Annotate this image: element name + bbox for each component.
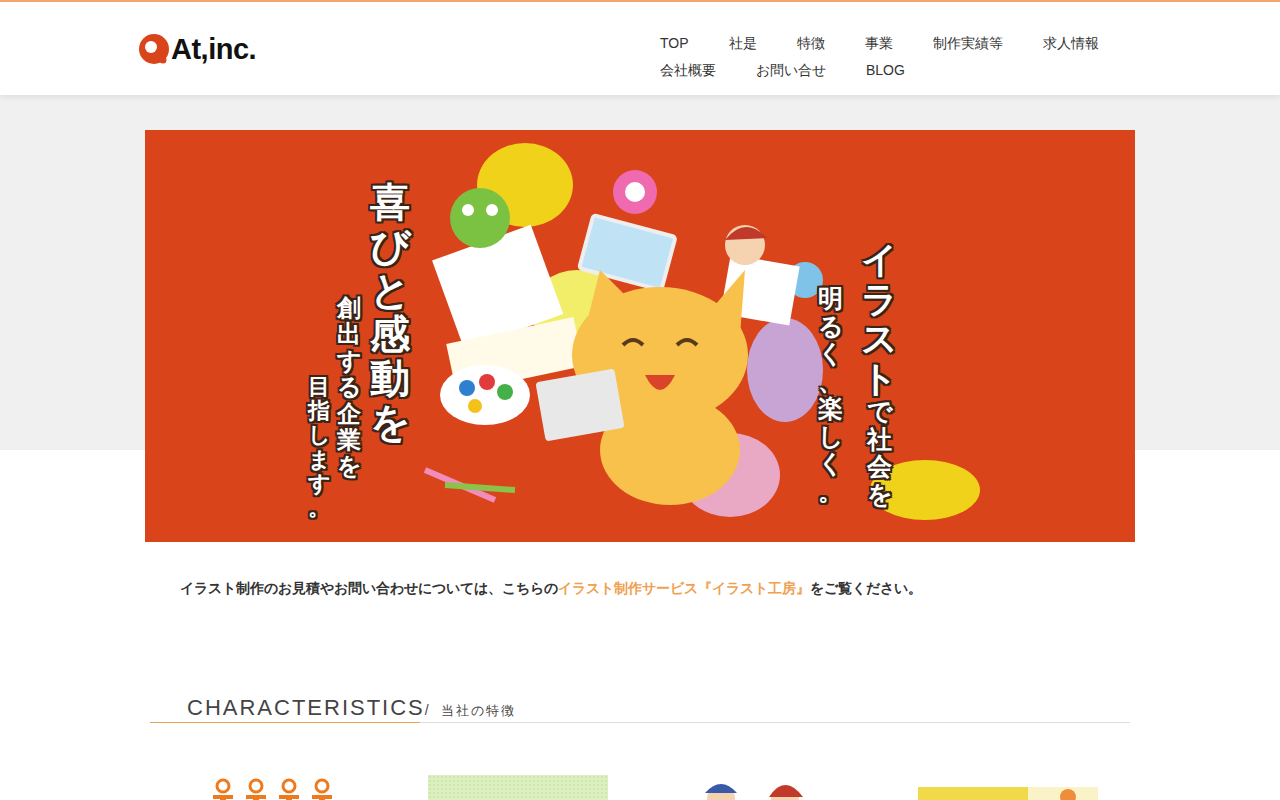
slogan-line: 喜びと感動を <box>370 180 410 444</box>
nav-item[interactable]: BLOG <box>866 60 905 80</box>
hero-illustration <box>145 130 1135 542</box>
nav-row: 会社概要 お問い合せ BLOG <box>660 60 1142 80</box>
section-separator: / <box>425 702 429 718</box>
site-header: At,inc. TOP 社是 特徴 事業 制作実績等 求人情報会社概要 お問い合せ BLOG <box>0 2 1280 95</box>
tagline-line: で社会を <box>867 398 892 508</box>
tagline-line: イラスト <box>861 240 897 398</box>
nav-item[interactable]: 求人情報 <box>1043 33 1099 53</box>
page: At,inc. TOP社是特徴事業制作実績等求人情報会社概要お問い合せBLOG … <box>0 0 1280 800</box>
slogan-line: 目指します。 <box>308 375 330 520</box>
main-nav: TOP 社是 特徴 事業 制作実績等 求人情報会社概要 お問い合せ BLOG <box>660 33 1142 80</box>
purple-splash <box>747 318 823 422</box>
logo-mark-icon <box>138 33 170 65</box>
slogan-line: 創出する企業を <box>337 295 361 480</box>
people-icon <box>183 775 363 800</box>
tagline-column: 明るく、楽しく。 <box>818 285 843 505</box>
laptop-icon <box>535 369 624 442</box>
nav-item[interactable]: 特徴 <box>797 33 825 53</box>
palette-icon <box>440 365 530 425</box>
nav-item[interactable]: 事業 <box>865 33 893 53</box>
pencil-icon <box>445 485 515 490</box>
feature-card[interactable] <box>640 775 885 800</box>
section-title: CHARACTERISTICS <box>187 695 425 721</box>
hero-banner: 喜びと感動を創出する企業を目指します。 イラストで社会を明るく、楽しく。 <box>145 130 1135 542</box>
section-subtitle: 当社の特徴 <box>441 702 516 720</box>
robot-icon <box>613 170 657 214</box>
illust-service-link[interactable]: イラスト制作サービス『イラスト工房』 <box>558 580 810 596</box>
feature-card[interactable] <box>150 775 395 800</box>
nav-item[interactable]: TOP <box>660 33 689 53</box>
feature-card[interactable] <box>885 775 1130 800</box>
frog-icon <box>450 188 510 248</box>
laptop-icon <box>579 215 675 290</box>
section-heading: CHARACTERISTICS / 当社の特徴 <box>150 695 1130 723</box>
feature-card[interactable] <box>395 775 640 800</box>
intro-text: イラスト制作のお見積やお問い合わせについては、こちらのイラスト制作サービス『イラ… <box>145 578 1135 598</box>
nav-item[interactable]: 制作実績等 <box>933 33 1003 53</box>
tagline-line: 明るく、楽しく。 <box>818 285 843 505</box>
tagline-column: イラストで社会を <box>861 240 897 508</box>
hero-band: 喜びと感動を創出する企業を目指します。 イラストで社会を明るく、楽しく。 イラス… <box>0 95 1280 598</box>
nav-row: TOP 社是 特徴 事業 制作実績等 求人情報 <box>660 33 1142 53</box>
characters-icon <box>673 775 853 800</box>
yellow-splash <box>477 143 573 227</box>
nav-item[interactable]: 会社概要 <box>660 60 716 80</box>
feature-cards <box>150 775 1130 800</box>
logo[interactable]: At,inc. <box>138 33 256 65</box>
banner-image <box>918 775 1098 800</box>
characteristics-section: CHARACTERISTICS / 当社の特徴 <box>150 695 1130 800</box>
pattern-image <box>428 775 608 800</box>
nav-item[interactable]: お問い合せ <box>756 60 826 80</box>
nav-item[interactable]: 社是 <box>729 33 757 53</box>
